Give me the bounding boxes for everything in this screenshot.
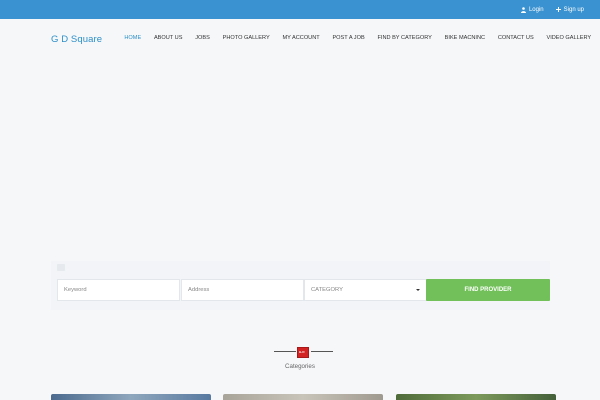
category-card-1[interactable] bbox=[51, 394, 211, 400]
search-panel: Keyword Address CATEGORY FIND PROVIDER bbox=[51, 261, 550, 310]
plus-icon bbox=[555, 7, 561, 12]
nav-item-find-by-category[interactable]: FIND BY CATEGORY bbox=[371, 34, 438, 42]
keyword-placeholder: Keyword bbox=[64, 287, 87, 293]
nav-item-bike-macninc[interactable]: BIKE MACNINC bbox=[438, 34, 491, 42]
nav-item-video-gallery[interactable]: VIDEO GALLERY bbox=[540, 34, 597, 42]
category-card-2[interactable] bbox=[223, 394, 383, 400]
category-select[interactable]: CATEGORY bbox=[304, 279, 427, 301]
top-bar: Login Sign up bbox=[0, 0, 600, 19]
divider-right bbox=[311, 351, 333, 352]
user-icon bbox=[520, 6, 526, 13]
nav-item-home[interactable]: HOME bbox=[118, 34, 148, 42]
login-link[interactable]: Login bbox=[520, 6, 544, 13]
address-input[interactable]: Address bbox=[181, 279, 304, 301]
category-logo-icon: G·D bbox=[297, 347, 309, 358]
site-header: G D Square HOME ABOUT US JOBS PHOTO GALL… bbox=[0, 19, 600, 60]
categories-title: Categories bbox=[285, 363, 315, 370]
nav-item-my-account[interactable]: MY ACCOUNT bbox=[276, 34, 326, 42]
keyword-input[interactable]: Keyword bbox=[57, 279, 180, 301]
decorative-corner bbox=[57, 264, 65, 271]
site-logo[interactable]: G D Square bbox=[51, 34, 102, 45]
nav-item-post-a-job[interactable]: POST A JOB bbox=[326, 34, 371, 42]
chevron-down-icon bbox=[416, 289, 420, 291]
categories-heading: G·D Categories bbox=[0, 345, 600, 375]
login-label: Login bbox=[528, 6, 544, 13]
account-links: Login Sign up bbox=[520, 0, 584, 19]
find-provider-button[interactable]: FIND PROVIDER bbox=[426, 279, 550, 301]
nav-item-contact-us[interactable]: CONTACT US bbox=[491, 34, 540, 42]
nav-item-jobs[interactable]: JOBS bbox=[189, 34, 216, 42]
nav-item-photo-gallery[interactable]: PHOTO GALLERY bbox=[216, 34, 276, 42]
signup-link[interactable]: Sign up bbox=[555, 6, 584, 13]
address-placeholder: Address bbox=[188, 287, 210, 293]
nav-item-about-us[interactable]: ABOUT US bbox=[148, 34, 189, 42]
main-nav: HOME ABOUT US JOBS PHOTO GALLERY MY ACCO… bbox=[118, 34, 598, 42]
category-select-value: CATEGORY bbox=[311, 287, 343, 293]
category-card-3[interactable] bbox=[396, 394, 556, 400]
divider-left bbox=[274, 351, 296, 352]
signup-label: Sign up bbox=[563, 6, 584, 13]
